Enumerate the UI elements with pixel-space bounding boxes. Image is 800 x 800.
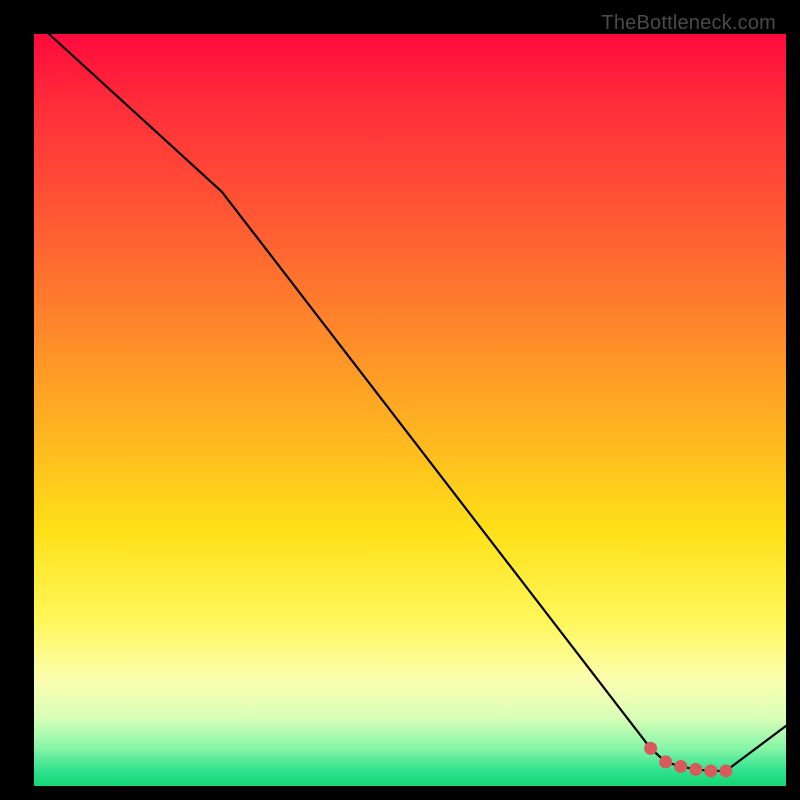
highlight-markers (644, 742, 732, 778)
marker-dot (704, 764, 717, 777)
curve-line (49, 34, 786, 771)
marker-dot (659, 755, 672, 768)
marker-dot (719, 764, 732, 777)
watermark-text: TheBottleneck.com (601, 12, 776, 35)
chart-overlay (34, 34, 786, 786)
marker-dot (689, 763, 702, 776)
marker-dot (674, 760, 687, 773)
marker-dot (644, 742, 657, 755)
chart-frame: TheBottleneck.com (10, 10, 790, 790)
